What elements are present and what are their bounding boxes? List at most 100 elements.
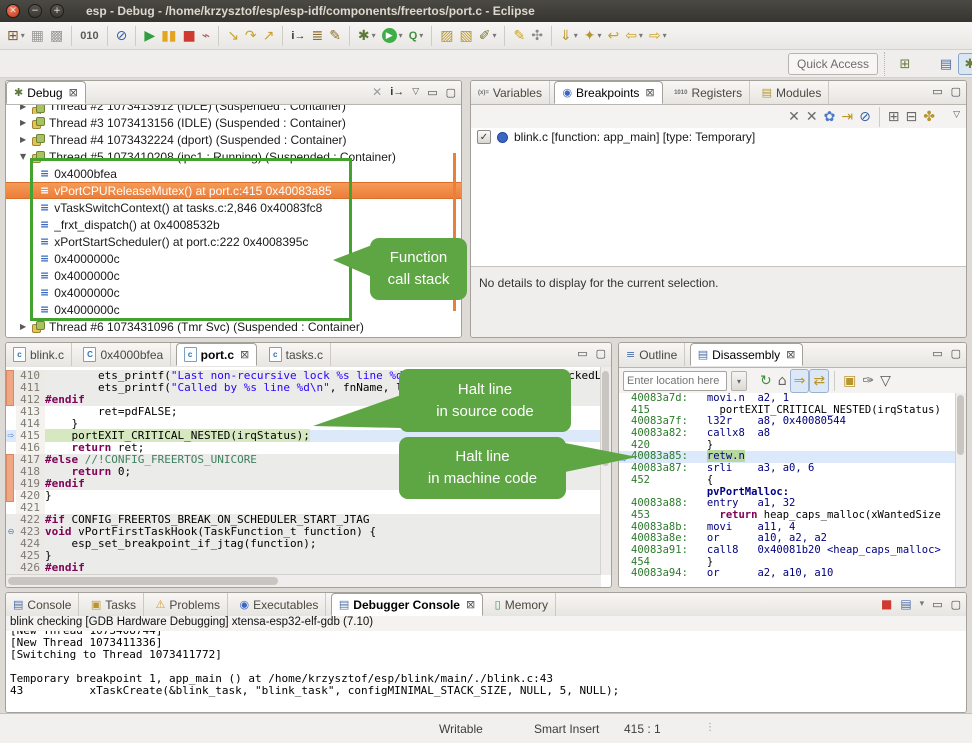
terminate-button[interactable]: ■: [881, 597, 892, 611]
sync-selection-button[interactable]: ⇄: [809, 369, 829, 393]
new-disassembly-view-button[interactable]: ▣: [840, 370, 859, 392]
minimize-view-button[interactable]: ▭: [932, 347, 942, 360]
editor-horizontal-scrollbar[interactable]: [6, 574, 601, 587]
disconnect-button[interactable]: ⌁: [199, 25, 213, 47]
maximize-view-button[interactable]: ▢: [446, 86, 456, 99]
open-task-button[interactable]: ▨: [437, 25, 456, 47]
tab-console[interactable]: ▤ Console: [6, 593, 79, 616]
collapse-all-button[interactable]: ⊟: [903, 106, 921, 128]
maximize-view-button[interactable]: ▢: [951, 347, 961, 360]
dropdown-caret-icon[interactable]: ▾: [663, 31, 667, 40]
tree-expander-icon[interactable]: ▶: [20, 135, 32, 144]
tab-tasks-c[interactable]: c tasks.c: [262, 343, 331, 366]
refresh-button[interactable]: ↻: [757, 370, 775, 392]
debug-frame-row[interactable]: ≡vPortCPUReleaseMutex() at port.c:415 0x…: [6, 182, 461, 199]
skip-all-breakpoints-button[interactable]: ⊘: [856, 106, 874, 128]
editor-line[interactable]: 424 esp_set_breakpoint_if_jtag(function)…: [6, 538, 601, 550]
debug-thread-row[interactable]: ▶Thread #3 1073413156 (IDLE) (Suspended …: [6, 114, 461, 131]
dropdown-caret-icon[interactable]: ▾: [21, 31, 25, 40]
close-tab-icon[interactable]: ⊠: [69, 86, 78, 99]
tab-blink-c[interactable]: c blink.c: [6, 343, 72, 366]
step-over-button[interactable]: ↷: [242, 25, 260, 47]
home-button[interactable]: ⌂: [775, 370, 790, 392]
minimize-view-button[interactable]: ▭: [577, 347, 587, 360]
disassembly-line[interactable]: 40083a94: or a2, a10, a10: [619, 568, 956, 580]
tab-problems[interactable]: ⚠ Problems: [148, 593, 228, 616]
tab-modules[interactable]: ▤ Modules: [755, 81, 830, 104]
toggle-mark-occurrences-button[interactable]: ✎: [510, 25, 528, 47]
group-by-button[interactable]: ✤: [920, 106, 938, 128]
debug-thread-row[interactable]: ▶Thread #6 1073431096 (Tmr Svc) (Suspend…: [6, 318, 461, 335]
remove-breakpoint-button[interactable]: ✕: [785, 106, 803, 128]
console-dropdown-icon[interactable]: ▾: [920, 599, 925, 609]
window-close-button[interactable]: ✕: [6, 4, 20, 18]
dropdown-caret-icon[interactable]: ▾: [597, 31, 601, 40]
tab-debugger-console[interactable]: ▤ Debugger Console ⊠: [331, 593, 483, 616]
step-return-button[interactable]: ↗: [260, 25, 278, 47]
debug-thread-row[interactable]: ▼Thread #5 1073410208 (ipc1 : Running) (…: [6, 148, 461, 165]
profile-launch-button[interactable]: Q▾: [406, 25, 427, 47]
tree-expander-icon[interactable]: ▶: [20, 118, 32, 127]
debug-thread-row[interactable]: ▶Thread #2 1073413912 (IDLE) (Suspended …: [6, 105, 461, 114]
tab-outline[interactable]: ≡ Outline: [619, 343, 685, 366]
show-breakpoints-supported-button[interactable]: ✿: [821, 106, 839, 128]
breakpoint-row[interactable]: ✓ blink.c [function: app_main] [type: Te…: [471, 128, 966, 146]
external-tools-button[interactable]: ✣: [528, 25, 546, 47]
close-tab-icon[interactable]: ⊠: [466, 598, 475, 611]
save-button[interactable]: ▦: [28, 25, 47, 47]
debug-frame-row[interactable]: ≡vTaskSwitchContext() at tasks.c:2,846 0…: [6, 199, 461, 216]
terminate-button[interactable]: ■: [180, 25, 199, 47]
use-step-filters-button[interactable]: ✎: [326, 25, 344, 47]
breakpoint-checkbox[interactable]: ✓: [477, 130, 491, 144]
minimize-view-button[interactable]: ▭: [932, 598, 942, 611]
dropdown-caret-icon[interactable]: ▾: [399, 31, 403, 40]
expand-all-button[interactable]: ⊞: [885, 106, 903, 128]
instruction-stepping-mode-button[interactable]: i→: [390, 86, 404, 98]
maximize-view-button[interactable]: ▢: [951, 598, 961, 611]
tab-tasks[interactable]: ▣ Tasks: [84, 593, 144, 616]
debug-perspective-button[interactable]: ✱: [958, 53, 972, 75]
remove-all-terminated-button[interactable]: ✕: [372, 85, 382, 99]
debug-frame-row[interactable]: ≡_frxt_dispatch() at 0x4008532b: [6, 216, 461, 233]
display-selected-console-button[interactable]: ▤: [900, 597, 911, 611]
dropdown-caret-icon[interactable]: ▾: [372, 31, 376, 40]
disassembly-listing[interactable]: 40083a7d: movi.n a2, 1415 portEXIT_CRITI…: [619, 393, 956, 587]
disassembly-vertical-scrollbar[interactable]: [955, 393, 966, 587]
resume-button[interactable]: ▶: [141, 25, 158, 47]
skip-all-breakpoints-button[interactable]: ⊘: [113, 25, 131, 47]
editor-vertical-scrollbar[interactable]: [600, 367, 611, 575]
binary-button[interactable]: 010: [77, 25, 101, 47]
tree-expander-icon[interactable]: ▼: [20, 152, 32, 161]
fetch-updates-button[interactable]: ⇓▾: [557, 25, 581, 47]
location-input[interactable]: [623, 371, 727, 391]
remove-all-breakpoints-button[interactable]: ✕: [803, 106, 821, 128]
view-menu-button[interactable]: ▽: [877, 370, 894, 392]
suspend-button[interactable]: ▮▮: [158, 25, 179, 47]
cpp-perspective-button[interactable]: ▤: [934, 53, 958, 75]
console-output[interactable]: [New Thread 1073408744][New Thread 10734…: [6, 631, 966, 712]
minimize-view-button[interactable]: ▭: [427, 86, 437, 99]
back-button[interactable]: ⇦▾: [622, 25, 646, 47]
window-minimize-button[interactable]: −: [28, 4, 42, 18]
tab-variables[interactable]: (x)= Variables: [471, 81, 550, 104]
maximize-view-button[interactable]: ▢: [596, 347, 606, 360]
tab-debug[interactable]: ✱ Debug ⊠: [6, 81, 86, 104]
editor-line[interactable]: 426#endif: [6, 562, 601, 574]
close-tab-icon[interactable]: ⊠: [645, 86, 654, 99]
tab-memory[interactable]: ▯ Memory: [488, 593, 556, 616]
view-menu-icon[interactable]: ▽: [953, 110, 960, 120]
window-maximize-button[interactable]: +: [50, 4, 64, 18]
last-edit-location-button[interactable]: ↩: [604, 25, 622, 47]
location-dropdown-icon[interactable]: ▾: [731, 371, 747, 391]
go-to-file-for-breakpoint-button[interactable]: ⇥: [838, 106, 856, 128]
tab-port-c[interactable]: c port.c ⊠: [176, 343, 258, 366]
debug-thread-row[interactable]: ▶Thread #4 1073432224 (dport) (Suspended…: [6, 131, 461, 148]
quick-access-button[interactable]: Quick Access: [788, 53, 878, 75]
tab-disassembly[interactable]: ▤ Disassembly ⊠: [690, 343, 804, 366]
tab-0x4000bfea[interactable]: C 0x4000bfea: [76, 343, 171, 366]
tree-expander-icon[interactable]: ▶: [20, 322, 32, 331]
new-button[interactable]: ⊞▾: [4, 25, 28, 47]
follow-pc-button[interactable]: ⇒: [790, 369, 810, 393]
open-perspective-button[interactable]: ⊞: [893, 53, 917, 75]
tab-executables[interactable]: ◉ Executables: [232, 593, 326, 616]
